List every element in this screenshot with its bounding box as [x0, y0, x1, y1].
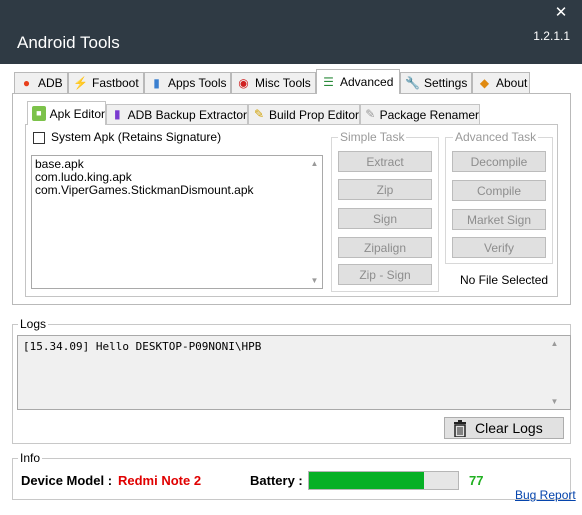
battery-progress-fill [309, 472, 424, 489]
file-list-scrollbar[interactable]: ▲ ▼ [307, 156, 322, 288]
tab-settings[interactable]: 🔧 Settings [400, 72, 472, 93]
log-entry: [15.34.09] Hello DESKTOP-P09NONI\HPB [23, 340, 262, 353]
tab-label: Advanced [340, 75, 394, 89]
scroll-up-icon[interactable]: ▲ [307, 156, 322, 171]
battery-value: 77 [469, 473, 484, 488]
scroll-up-icon[interactable]: ▲ [547, 336, 562, 351]
tab-advanced[interactable]: ☰ Advanced [316, 69, 400, 94]
subtab-package-renamer[interactable]: ✎ Package Renamer [360, 104, 480, 124]
title-bar [0, 0, 582, 64]
device-model-value: Redmi Note 2 [118, 473, 202, 488]
tab-label: ADB Backup Extractor [127, 107, 247, 122]
battery-progress-bar [308, 471, 459, 490]
compile-button[interactable]: Compile [452, 180, 546, 201]
sign-button[interactable]: Sign [338, 208, 432, 229]
apk-file-list[interactable]: base.apk com.ludo.king.apk com.ViperGame… [31, 155, 323, 289]
logs-title: Logs [18, 317, 49, 331]
tab-apps-tools[interactable]: ▮ Apps Tools [144, 72, 231, 93]
market-sign-button[interactable]: Market Sign [452, 209, 546, 230]
zip-button[interactable]: Zip [338, 179, 432, 200]
edit-icon: ✎ [365, 107, 376, 121]
wrench-icon: 🔧 [405, 75, 420, 90]
lightning-icon: ⚡ [73, 75, 88, 90]
android-icon: ■ [32, 106, 46, 121]
clear-logs-button[interactable]: Clear Logs [444, 417, 564, 439]
subtab-build-prop-editor[interactable]: ✎ Build Prop Editor [248, 104, 360, 124]
simple-task-title: Simple Task [338, 130, 407, 144]
tab-label: Build Prop Editor [268, 107, 359, 122]
tab-label: Misc Tools [255, 76, 311, 90]
tab-label: Settings [424, 76, 468, 90]
logs-scrollbar[interactable]: ▲ ▼ [547, 336, 562, 409]
tab-fastboot[interactable]: ⚡ Fastboot [68, 72, 144, 93]
device-model-label: Device Model : [21, 473, 113, 488]
tab-label: ADB [38, 76, 63, 90]
scroll-down-icon[interactable]: ▼ [307, 273, 322, 288]
bottle-icon: ▮ [153, 75, 160, 90]
tab-about[interactable]: ◆ About [472, 72, 530, 93]
trash-icon [454, 419, 466, 437]
subtab-apk-editor[interactable]: ■ Apk Editor [27, 101, 106, 125]
system-apk-label: System Apk (Retains Signature) [51, 130, 222, 144]
close-button[interactable]: ✕ [550, 3, 572, 23]
zip-sign-button[interactable]: Zip - Sign [338, 264, 432, 285]
book-icon: ▮ [114, 107, 121, 121]
app-title: Android Tools [17, 33, 120, 52]
list-item[interactable]: com.ViperGames.StickmanDismount.apk [35, 184, 254, 197]
clear-logs-label: Clear Logs [475, 420, 543, 436]
zipalign-button[interactable]: Zipalign [338, 237, 432, 258]
close-icon: ✕ [554, 4, 568, 21]
battery-label: Battery : [250, 473, 303, 488]
tab-label: About [496, 76, 528, 90]
version-label: 1.2.1.1 [533, 29, 570, 43]
info-title: Info [18, 451, 43, 465]
decompile-button[interactable]: Decompile [452, 151, 546, 172]
verify-button[interactable]: Verify [452, 237, 546, 258]
no-file-selected-label: No File Selected [460, 273, 549, 287]
tab-label: Fastboot [92, 76, 139, 90]
books-icon: ☰ [323, 74, 334, 89]
pencil-icon: ✎ [253, 107, 264, 121]
tab-label: Apk Editor [49, 106, 105, 121]
bug-report-link[interactable]: Bug Report [515, 488, 576, 502]
tab-misc-tools[interactable]: ◉ Misc Tools [231, 72, 316, 93]
cat-icon: ◆ [479, 75, 490, 90]
camera-icon: ◉ [238, 75, 249, 90]
scroll-down-icon[interactable]: ▼ [547, 394, 562, 409]
fire-icon: ● [22, 75, 31, 90]
tab-label: Apps Tools [168, 76, 227, 90]
tab-adb[interactable]: ● ADB [14, 72, 68, 93]
advanced-task-title: Advanced Task [453, 130, 539, 144]
tab-label: Package Renamer [379, 107, 479, 122]
system-apk-checkbox[interactable] [33, 132, 45, 144]
subtab-adb-backup-extractor[interactable]: ▮ ADB Backup Extractor [106, 104, 248, 124]
extract-button[interactable]: Extract [338, 151, 432, 172]
